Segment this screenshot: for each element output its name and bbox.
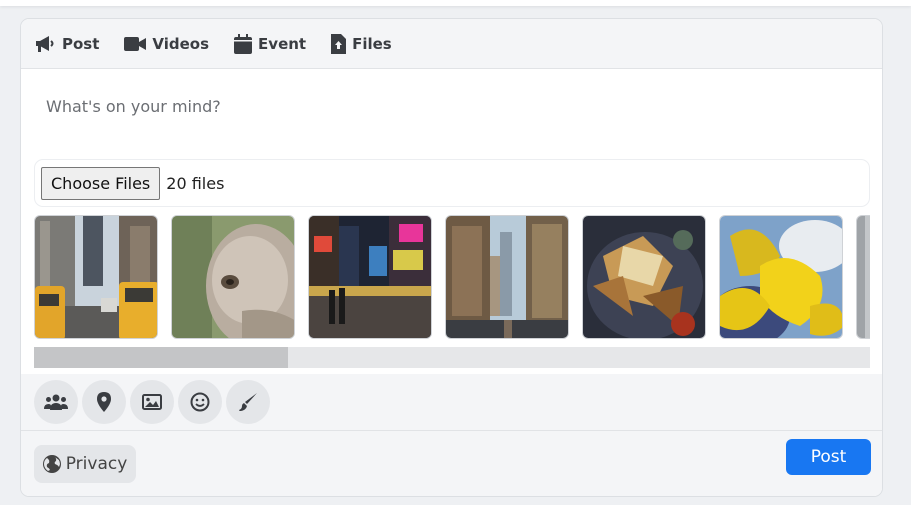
location-pin-icon <box>97 392 111 412</box>
privacy-button[interactable]: Privacy <box>34 445 136 483</box>
tab-videos[interactable]: Videos <box>124 35 209 53</box>
top-bar-edge <box>0 0 911 6</box>
tab-post-label: Post <box>62 34 100 53</box>
thumbnail-image[interactable] <box>34 215 158 339</box>
globe-icon <box>42 455 61 473</box>
scrollbar-thumb[interactable] <box>34 347 288 368</box>
video-camera-icon <box>124 36 147 51</box>
thumbnail-image[interactable] <box>308 215 432 339</box>
tab-files[interactable]: Files <box>331 33 392 54</box>
tag-people-button[interactable] <box>34 380 78 424</box>
calendar-icon <box>234 33 253 54</box>
background-style-button[interactable] <box>226 380 270 424</box>
thumbnail-image[interactable] <box>856 215 870 339</box>
post-footer: Privacy Post <box>21 431 882 496</box>
paintbrush-icon <box>239 393 257 411</box>
post-actions-bar <box>21 374 882 431</box>
thumbnail-image[interactable] <box>171 215 295 339</box>
tab-event[interactable]: Event <box>234 33 307 54</box>
users-icon <box>44 394 68 410</box>
thumbnail-scrollbar[interactable] <box>34 347 870 368</box>
privacy-label: Privacy <box>65 454 128 474</box>
smiley-icon <box>190 392 210 412</box>
choose-files-button[interactable]: Choose Files <box>41 166 161 200</box>
thumbnail-image[interactable] <box>582 215 706 339</box>
file-count-text: 20 files <box>166 173 225 193</box>
tab-files-label: Files <box>352 34 392 53</box>
file-upload-icon <box>331 33 347 54</box>
tab-event-label: Event <box>258 34 307 53</box>
file-chooser: Choose Files 20 files <box>34 159 870 207</box>
image-icon <box>142 394 162 410</box>
thumbnail-strip[interactable] <box>34 215 870 339</box>
photo-button[interactable] <box>130 380 174 424</box>
thumbnail-image[interactable] <box>445 215 569 339</box>
thumbnail-image[interactable] <box>719 215 843 339</box>
tab-videos-label: Videos <box>152 34 210 53</box>
location-button[interactable] <box>82 380 126 424</box>
megaphone-icon <box>36 35 54 52</box>
post-text-input[interactable] <box>46 97 857 116</box>
post-type-tabs: Post Videos Event Files <box>21 19 882 69</box>
post-submit-button[interactable]: Post <box>786 439 871 475</box>
tab-post[interactable]: Post <box>34 34 99 54</box>
emoji-button[interactable] <box>178 380 222 424</box>
create-post-card: Post Videos Event Files What's on your m… <box>20 18 883 497</box>
composer <box>21 69 882 157</box>
